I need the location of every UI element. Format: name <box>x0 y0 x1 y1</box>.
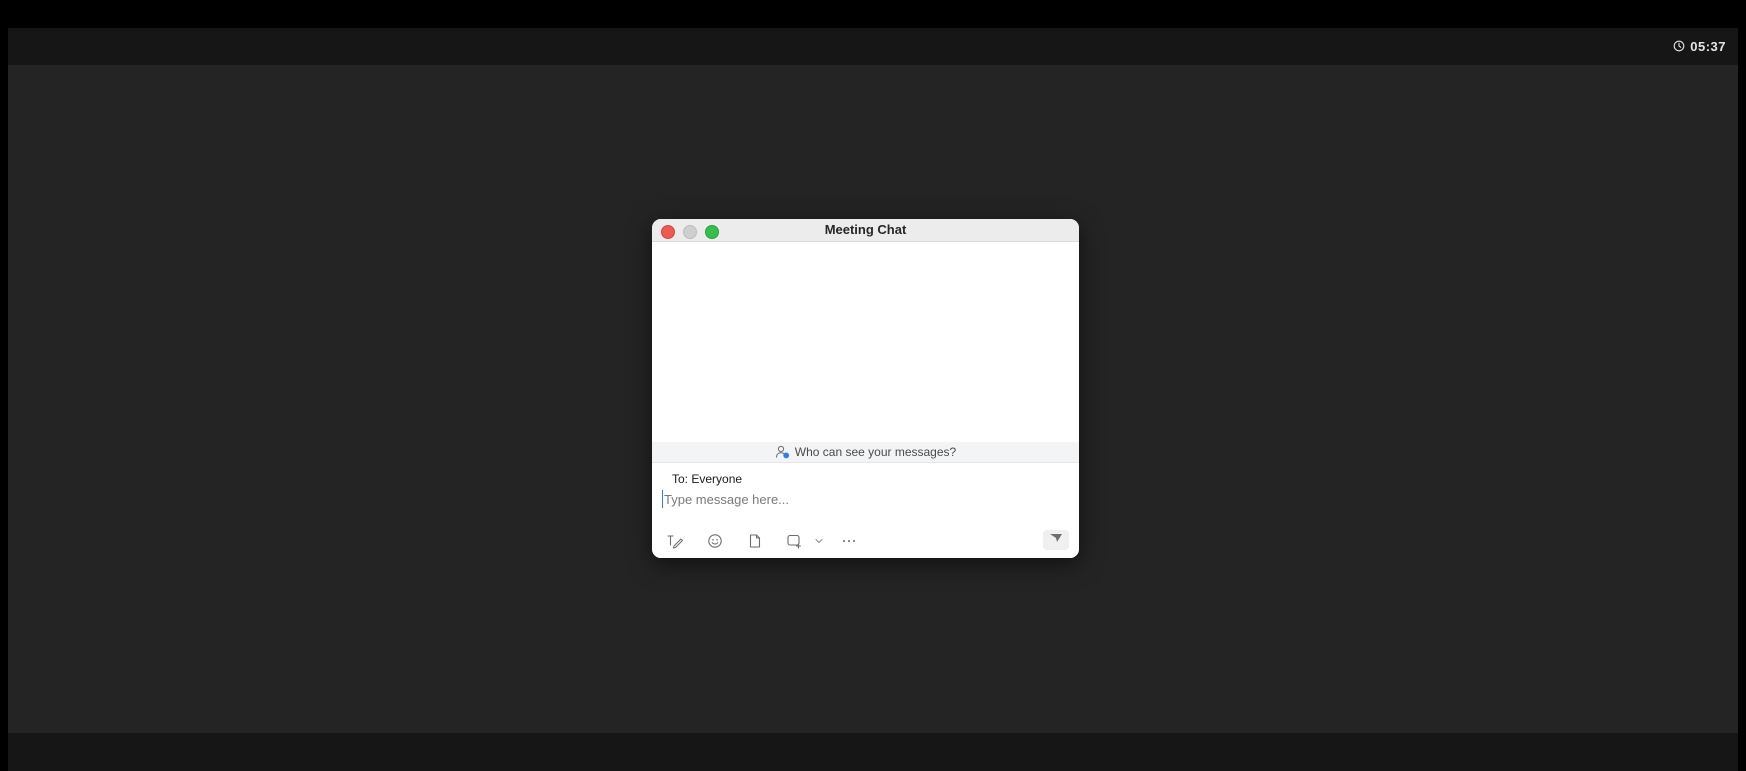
who-can-see-link[interactable]: Who can see your messages? <box>652 442 1079 462</box>
message-input[interactable] <box>662 490 1064 508</box>
chat-titlebar[interactable]: Meeting Chat <box>652 219 1079 242</box>
composer-toolbar <box>662 531 876 551</box>
emoji-icon[interactable] <box>702 531 728 551</box>
clock-icon <box>1673 40 1685 52</box>
maximize-window-button[interactable] <box>705 225 719 239</box>
minimize-window-button[interactable] <box>683 225 697 239</box>
more-icon[interactable] <box>836 531 862 551</box>
meeting-timer: 05:37 <box>1673 34 1726 58</box>
screenshot-icon[interactable] <box>782 531 808 551</box>
screen: 05:37 Meeting Chat Who can see your mess… <box>0 0 1746 771</box>
meeting-bottom-bar <box>8 733 1738 771</box>
chat-composer: To: Everyone <box>652 462 1079 558</box>
file-icon[interactable] <box>742 531 768 551</box>
chevron-down-icon[interactable] <box>812 531 826 551</box>
chat-messages-area[interactable] <box>652 242 1079 462</box>
format-icon[interactable] <box>662 531 688 551</box>
visibility-notice-text: Who can see your messages? <box>794 445 957 459</box>
recipient-selector[interactable]: To: Everyone <box>672 472 742 486</box>
meeting-top-bar: 05:37 <box>8 28 1738 65</box>
timer-value: 05:37 <box>1690 38 1726 54</box>
send-icon <box>1049 531 1063 549</box>
participant-visibility-icon <box>775 445 791 459</box>
close-window-button[interactable] <box>661 225 675 239</box>
meeting-chat-window: Meeting Chat Who can see your messages? … <box>652 219 1079 558</box>
send-button[interactable] <box>1043 530 1069 550</box>
